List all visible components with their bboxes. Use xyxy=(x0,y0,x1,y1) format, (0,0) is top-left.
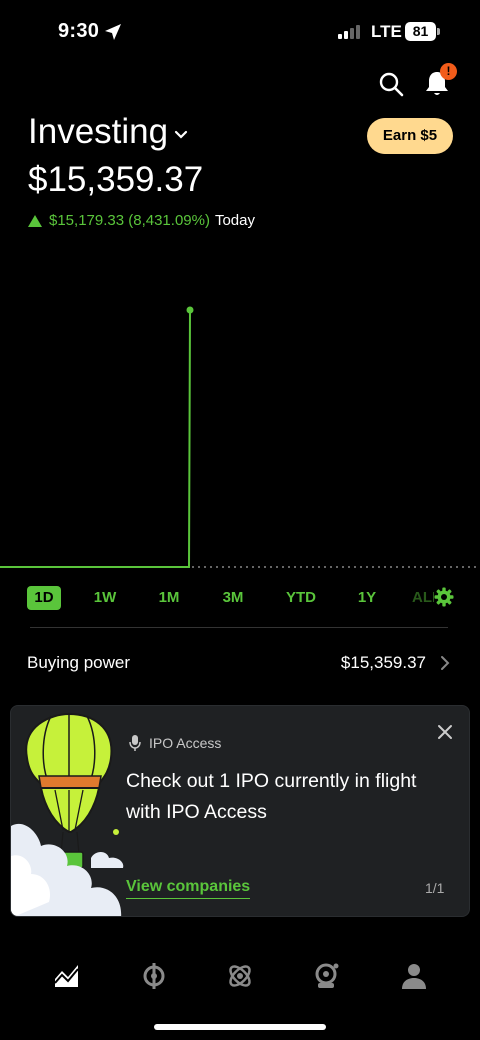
chevron-down-icon xyxy=(174,130,188,139)
search-icon[interactable] xyxy=(377,70,405,98)
view-companies-link[interactable]: View companies xyxy=(126,878,251,899)
up-arrow-icon xyxy=(28,214,42,227)
home-icon[interactable] xyxy=(52,961,82,991)
bottom-nav xyxy=(0,955,480,999)
buying-power-value: $15,359.37 xyxy=(340,653,426,672)
tab-3m[interactable]: 3M xyxy=(216,586,250,610)
portfolio-balance: $15,359.37 xyxy=(28,160,204,199)
signal-icon xyxy=(338,25,364,39)
retirement-icon[interactable] xyxy=(312,961,342,991)
tab-1d[interactable]: 1D xyxy=(27,586,61,610)
location-arrow-icon xyxy=(105,24,121,40)
ipo-tag: IPO Access xyxy=(129,734,221,752)
tab-1m[interactable]: 1M xyxy=(152,586,186,610)
change-value: $15,179.33 (8,431.09%) xyxy=(49,212,210,229)
tab-ytd[interactable]: YTD xyxy=(280,586,322,610)
hot-air-balloon-illustration xyxy=(11,712,124,916)
tab-1w[interactable]: 1W xyxy=(88,586,122,610)
crypto-icon[interactable] xyxy=(139,961,169,991)
card-pager: 1/1 xyxy=(425,880,445,896)
range-tabs: 1D 1W 1M 3M YTD 1Y ALL xyxy=(0,586,480,612)
microphone-icon xyxy=(129,735,141,751)
portfolio-chart[interactable] xyxy=(0,290,480,580)
tab-1y[interactable]: 1Y xyxy=(350,586,384,610)
chevron-right-icon xyxy=(441,656,450,670)
status-time: 9:30 xyxy=(58,20,100,42)
home-indicator xyxy=(154,1024,326,1030)
ipo-access-card[interactable]: IPO Access Check out 1 IPO currently in … xyxy=(10,705,470,917)
change-period: Today xyxy=(214,212,255,229)
close-icon[interactable] xyxy=(437,724,453,740)
battery-icon: 81 xyxy=(405,22,436,41)
status-bar: 9:30 LTE 81 xyxy=(0,0,480,64)
notification-badge: ! xyxy=(440,63,457,80)
chart-line xyxy=(0,309,191,568)
buying-power-row[interactable]: Buying power $15,359.37 xyxy=(0,645,480,679)
gear-icon[interactable] xyxy=(434,587,454,607)
network-icon[interactable] xyxy=(225,961,255,991)
network-type: LTE xyxy=(371,22,402,41)
ipo-message: Check out 1 IPO currently in flight with… xyxy=(126,770,417,823)
account-selector[interactable]: Investing xyxy=(28,112,188,152)
daily-change: $15,179.33 (8,431.09%) Today xyxy=(28,212,255,229)
account-icon[interactable] xyxy=(399,961,429,991)
buying-power-label: Buying power xyxy=(27,653,131,672)
tab-all[interactable]: ALL xyxy=(412,586,434,610)
divider xyxy=(30,627,448,628)
page-title: Investing xyxy=(28,112,169,151)
chart-endpoint xyxy=(186,306,194,314)
ipo-tag-label: IPO Access xyxy=(149,735,222,751)
earn-button[interactable]: Earn $5 xyxy=(367,118,453,154)
